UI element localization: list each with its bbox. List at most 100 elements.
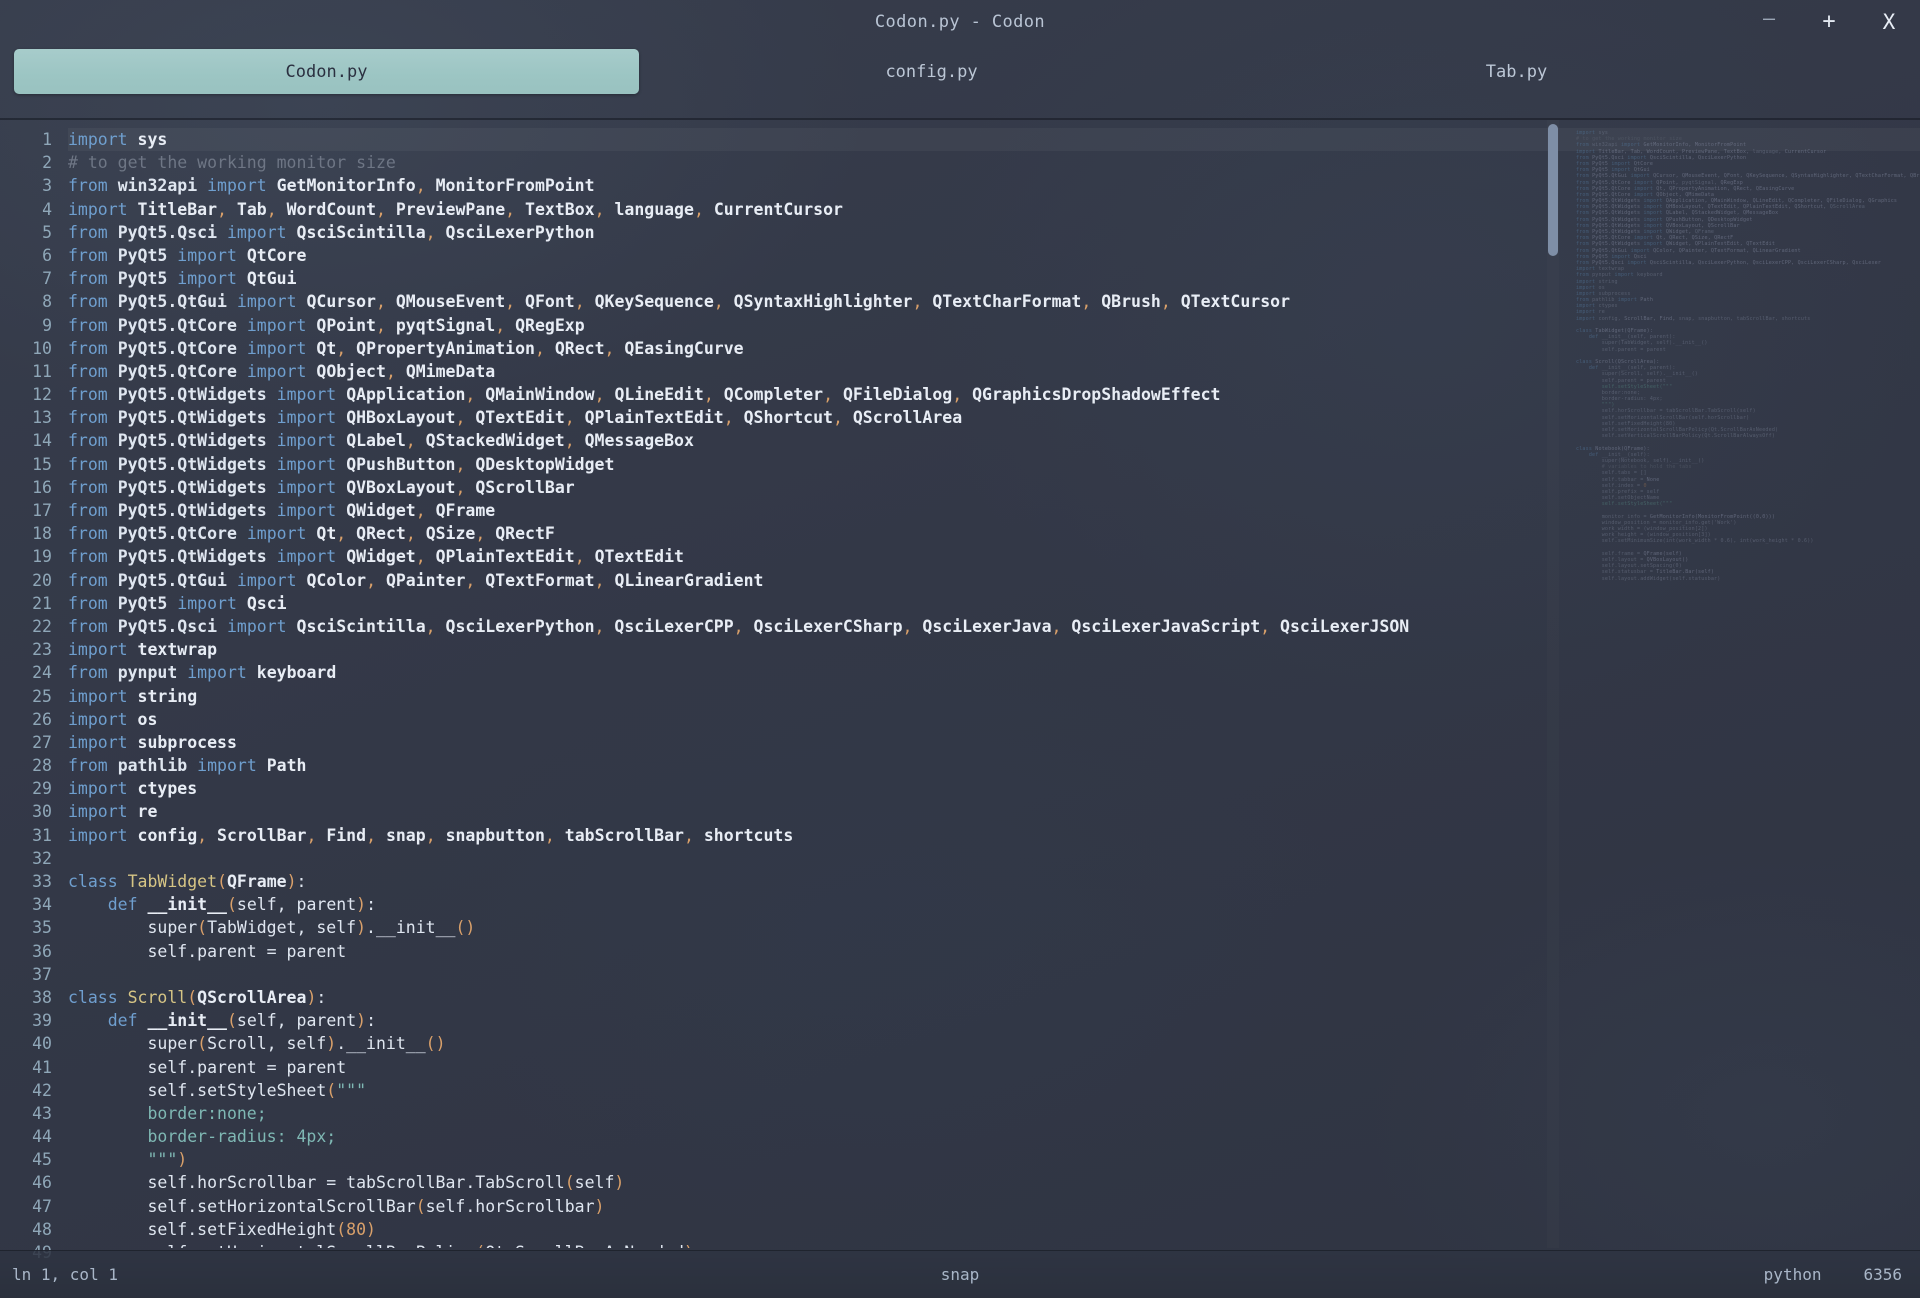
code-token-punc: , [544, 825, 555, 845]
code-token-punc: ( [187, 987, 198, 1007]
code-token-id: QStackedWidget [425, 431, 565, 451]
line-number: 42 [32, 1080, 52, 1100]
code-token-punc: , [306, 825, 317, 845]
code-token-id: QBrush [1101, 292, 1161, 312]
code-token-id: string [137, 686, 198, 706]
line-number: 5 [42, 222, 52, 242]
minimap-preview-pane[interactable]: import sys # to get the working monitor s… [1568, 120, 1920, 1248]
close-button[interactable]: X [1876, 7, 1902, 37]
tab-tab-py[interactable]: Tab.py [1224, 49, 1809, 94]
line-number: 37 [32, 964, 52, 984]
code-token-punc: , [425, 222, 436, 242]
title-bar[interactable]: Codon.py - Codon – + X [0, 0, 1920, 44]
code-token-id: QLabel [346, 431, 406, 451]
code-token-kw: import [246, 315, 307, 335]
code-token-id: QPushButton [346, 454, 456, 474]
maximize-button[interactable]: + [1816, 7, 1842, 37]
code-token-punc: , [723, 408, 734, 428]
line-number: 28 [32, 756, 52, 776]
code-token-kw: import [68, 802, 128, 822]
code-token-punc: , [495, 315, 506, 335]
line-number: 34 [32, 895, 52, 915]
code-token-punc: , [534, 338, 545, 358]
code-token-punc: ) [326, 1034, 337, 1054]
tab-codon-py[interactable]: Codon.py [14, 49, 639, 94]
line-number: 47 [32, 1196, 52, 1216]
code-token-kw: from [68, 361, 108, 381]
code-token-mod: PyQt5 [117, 593, 168, 613]
line-number: 23 [32, 640, 52, 660]
code-token-plain: super [68, 918, 198, 938]
code-token-id: QPlainTextEdit [435, 547, 575, 567]
code-token-punc: , [336, 338, 347, 358]
code-token-id: re [137, 802, 158, 822]
code-token-punc: ) [356, 895, 367, 915]
code-token-id: config [137, 825, 198, 845]
code-token-id: QColor [306, 570, 367, 590]
tab-bar: Codon.py config.py Tab.py [0, 44, 1920, 99]
code-token-punc: , [405, 431, 416, 451]
vertical-scrollbar-thumb[interactable] [1548, 124, 1558, 256]
line-number: 31 [32, 825, 52, 845]
line-number: 2 [42, 153, 52, 173]
code-token-mod: PyQt5 [117, 269, 168, 289]
code-token-punc: , [465, 385, 476, 405]
code-token-mod: PyQt5.QtWidgets [117, 431, 267, 451]
minimize-button[interactable]: – [1756, 7, 1782, 37]
code-token-punc: ( [326, 1080, 337, 1100]
code-token-kw: import [236, 570, 297, 590]
tab-config-py[interactable]: config.py [639, 49, 1224, 94]
code-token-mod: win32api [117, 176, 198, 196]
line-number: 11 [32, 361, 52, 381]
code-token-id: snap [385, 825, 426, 845]
code-token-mod: pynput [117, 663, 178, 683]
code-token-punc: ) [614, 1173, 625, 1193]
line-number: 20 [32, 570, 52, 590]
code-token-id: Qt [316, 338, 337, 358]
code-token-id: QTextFormat [485, 570, 595, 590]
code-token-id: __init__ [147, 1011, 227, 1031]
code-token-id: QCompleter [723, 385, 824, 405]
line-number: 33 [32, 872, 52, 891]
code-token-punc: , [376, 292, 386, 312]
code-token-punc: , [693, 199, 704, 219]
language-label[interactable]: python [1764, 1265, 1822, 1284]
line-number: 3 [42, 176, 52, 196]
code-token-kw: from [68, 408, 108, 428]
code-token-punc: ( [197, 1034, 208, 1054]
code-token-punc: , [376, 315, 386, 335]
code-token-kw: class [68, 987, 118, 1007]
code-token-punc: , [823, 385, 833, 405]
vertical-scrollbar[interactable] [1547, 120, 1559, 1248]
code-token-mod: PyQt5.QtCore [117, 524, 237, 544]
code-token-punc: , [366, 570, 376, 590]
code-token-kw: import [246, 361, 307, 381]
code-token-id: QWidget [346, 547, 416, 567]
code-token-id: TextBox [525, 199, 595, 219]
